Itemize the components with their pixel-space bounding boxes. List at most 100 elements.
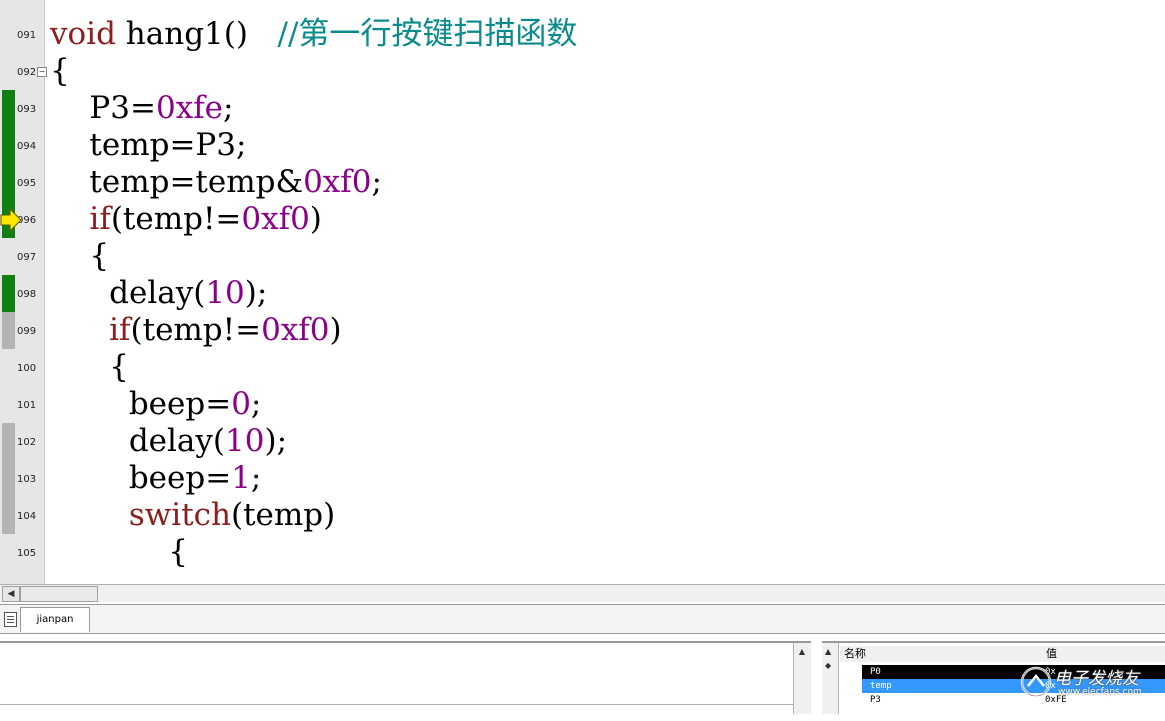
code-number: 1 (231, 460, 251, 496)
code-text: { (50, 53, 70, 89)
line-number: 097 (17, 252, 37, 263)
arrow-up-icon[interactable]: ▲ (795, 645, 809, 659)
gutter-line[interactable]: 092− (0, 53, 47, 90)
divider (0, 704, 793, 705)
code-number: 0xf0 (261, 312, 330, 348)
code-line[interactable]: if(temp!=0xf0) (50, 201, 322, 238)
gutter-line[interactable]: 093 (0, 90, 44, 127)
code-text: beep= (50, 460, 232, 496)
code-line[interactable]: beep=0; (50, 386, 262, 423)
tab-jianpan[interactable]: jianpan (20, 607, 90, 632)
code-text: (temp!= (110, 201, 242, 237)
gutter-line[interactable]: 095 (0, 164, 44, 201)
line-number-gutter[interactable]: 091 092− 093 094 095 096 097 098 099 100 101 102 103… (0, 0, 47, 584)
watch-row[interactable] (862, 707, 1165, 721)
code-text: { (50, 349, 129, 385)
code-line[interactable]: delay(10); (50, 423, 287, 460)
line-number: 091 (17, 30, 37, 41)
code-text: { (50, 238, 110, 274)
executed-marker (2, 90, 15, 127)
code-text: ; (250, 386, 262, 422)
code-number: 10 (225, 423, 265, 459)
executed-marker (2, 164, 15, 201)
code-text: (temp) (231, 497, 336, 533)
code-text: ); (264, 423, 288, 459)
line-number: 104 (17, 511, 37, 522)
gutter-line[interactable]: 104 (0, 497, 44, 534)
line-number: 092 (17, 67, 37, 78)
code-line[interactable]: { (50, 534, 188, 571)
code-editor[interactable]: 091 092−093 094 095 096 097 098 099 100 101 102 103… (0, 0, 1165, 584)
scrollbar-thumb[interactable] (20, 586, 98, 602)
gutter-line[interactable]: 098 (0, 275, 44, 312)
code-text: beep= (50, 386, 232, 422)
watermark-url: www.elecfans.com (1058, 687, 1142, 697)
arrow-left-icon[interactable]: ◀ (2, 586, 20, 602)
gutter-line[interactable]: 100 (0, 349, 44, 386)
code-comment: //第一行按键扫描函数 (277, 16, 578, 52)
code-line[interactable]: if(temp!=0xf0) (50, 312, 341, 349)
code-keyword: if (89, 201, 111, 237)
code-line[interactable]: switch(temp) (50, 497, 335, 534)
code-number: 0xfe (155, 90, 224, 126)
watch-side-toolbar[interactable]: ▲ ◆ (822, 643, 839, 714)
gutter-line[interactable]: 091 (0, 16, 44, 53)
output-vertical-scrollbar[interactable]: ▲ (793, 643, 811, 714)
watch-row-name: temp (870, 681, 892, 691)
code-text: ; (223, 90, 234, 126)
line-number: 105 (17, 548, 37, 559)
gutter-line[interactable]: 096 (0, 201, 44, 238)
code-coverage-marker (2, 423, 15, 460)
code-keyword: void (50, 16, 116, 52)
collapse-icon[interactable]: − (37, 67, 47, 77)
code-line[interactable]: void hang1() //第一行按键扫描函数 (50, 16, 577, 53)
code-line[interactable]: P3=0xfe; (50, 90, 233, 127)
current-line-arrow-icon (0, 208, 22, 232)
code-line[interactable]: { (50, 53, 70, 90)
editor-horizontal-scrollbar[interactable]: ◀ (0, 584, 1165, 602)
gutter-line[interactable]: 099 (0, 312, 44, 349)
output-window[interactable]: ▲ (0, 641, 811, 714)
code-line[interactable]: temp=temp&0xf0; (50, 164, 382, 201)
code-number: 0xf0 (303, 164, 372, 200)
gutter-line[interactable]: 103 (0, 460, 44, 497)
code-text: ); (244, 275, 268, 311)
code-text: temp=P3; (50, 127, 247, 163)
watch-header-name[interactable]: 名称 (840, 646, 1045, 662)
gutter-line[interactable]: 097 (0, 238, 44, 275)
code-line[interactable]: beep=1; (50, 460, 262, 497)
code-keyword: switch (128, 497, 231, 533)
line-number: 102 (17, 437, 37, 448)
code-text: (temp!= (130, 312, 262, 348)
code-line[interactable]: temp=P3; (50, 127, 246, 164)
code-number: 10 (205, 275, 245, 311)
line-number: 099 (17, 326, 37, 337)
code-coverage-marker (2, 312, 15, 349)
code-line[interactable]: delay(10); (50, 275, 267, 312)
gutter-line[interactable]: 094 (0, 127, 44, 164)
code-line[interactable]: { (50, 349, 129, 386)
watermark-logo-icon (1020, 666, 1052, 698)
document-icon (4, 612, 17, 627)
line-number: 098 (17, 289, 37, 300)
watch-row-name: P0 (870, 667, 881, 677)
gutter-line[interactable]: 101 (0, 386, 44, 423)
line-number: 094 (17, 141, 37, 152)
line-number: 095 (17, 178, 37, 189)
executed-marker (2, 275, 15, 312)
line-number: 103 (17, 474, 37, 485)
line-number: 093 (17, 104, 37, 115)
code-text: delay( (50, 275, 206, 311)
code-line[interactable]: { (50, 238, 109, 275)
line-number: 101 (17, 400, 37, 411)
code-text: hang1() (115, 16, 278, 52)
gutter-line[interactable]: 105 (0, 534, 44, 571)
gutter-line[interactable]: 102 (0, 423, 44, 460)
watch-header-value[interactable]: 值 (1042, 646, 1165, 662)
code-text: ; (250, 460, 262, 496)
executed-marker (2, 127, 15, 164)
code-text: ) (309, 201, 322, 237)
